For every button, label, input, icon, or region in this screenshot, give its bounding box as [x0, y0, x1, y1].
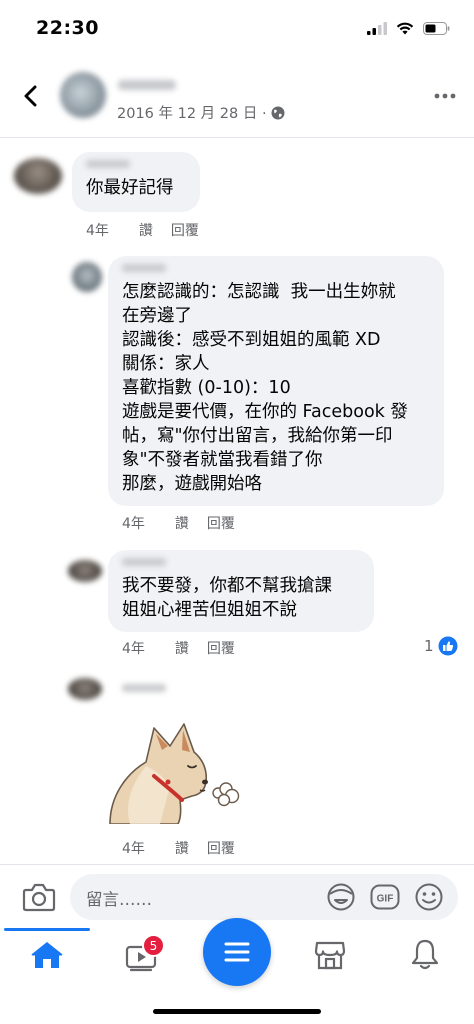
globe-icon: [271, 106, 285, 119]
like-reaction-icon: [438, 636, 458, 656]
video-notification-badge: 5: [142, 934, 165, 957]
comment-text: 我不要發，你都不幫我搶課 姐姐心裡苦但姐姐不說: [122, 576, 332, 620]
bottom-tab-bar: 5: [0, 918, 474, 994]
home-indicator: [153, 1009, 321, 1014]
like-button[interactable]: 讚: [175, 638, 189, 658]
post-date: 2016 年 12 月 28 日 ·: [117, 102, 285, 123]
shiba-dog-sticker-image: [109, 723, 240, 825]
comment-time: 4年: [122, 841, 145, 857]
tab-home-indicator-line: [4, 928, 90, 931]
tab-video[interactable]: 5: [124, 934, 165, 974]
status-icons: [367, 20, 450, 36]
reply-button[interactable]: 回覆: [171, 220, 199, 240]
marketplace-icon: [314, 941, 346, 970]
like-button[interactable]: 讚: [175, 838, 189, 858]
comment-avatar[interactable]: [14, 158, 62, 194]
reply-button[interactable]: 回覆: [207, 638, 235, 658]
menu-icon: [224, 942, 250, 962]
more-horizontal-icon: [434, 93, 456, 99]
comment-time: 4年: [122, 516, 145, 532]
camera-button[interactable]: [22, 882, 56, 914]
comment-time: 4年: [122, 641, 145, 657]
reaction-count: 1: [424, 637, 434, 655]
status-time: 22:30: [36, 17, 99, 39]
comment-author[interactable]: [86, 160, 130, 168]
comment-actions: 4年 讚 回覆: [122, 513, 235, 533]
post-date-text: 2016 年 12 月 28 日 ·: [117, 106, 267, 122]
comment-input[interactable]: 留言…… GIF: [70, 874, 458, 920]
post-header: 2016 年 12 月 28 日 ·: [0, 58, 474, 138]
home-icon: [31, 942, 63, 968]
comment-time: 4年: [86, 223, 109, 239]
chevron-left-icon: [24, 85, 37, 107]
like-button[interactable]: 讚: [175, 513, 189, 533]
comment-author[interactable]: [122, 264, 166, 272]
tab-notifications[interactable]: [410, 938, 442, 972]
shiba-dog-sigh-sticker[interactable]: [108, 716, 248, 825]
tab-menu[interactable]: [203, 918, 271, 986]
comment-bubble: 我不要發，你都不幫我搶課 姐姐心裡苦但姐姐不說: [108, 550, 374, 632]
comment-actions: 4年 讚 回覆: [122, 638, 235, 658]
more-options-button[interactable]: [430, 88, 460, 104]
reply-button[interactable]: 回覆: [207, 838, 235, 858]
comment-author[interactable]: [122, 684, 166, 692]
comment-avatar[interactable]: [68, 560, 102, 582]
reaction-summary[interactable]: 1: [424, 636, 458, 656]
comment-avatar[interactable]: [72, 262, 102, 292]
like-button[interactable]: 讚: [139, 220, 153, 240]
comment-author[interactable]: [122, 558, 166, 566]
header-divider: [0, 137, 474, 138]
author-name[interactable]: [118, 80, 176, 90]
comment-avatar[interactable]: [68, 678, 102, 700]
tab-home[interactable]: [30, 940, 64, 972]
comment-bubble: 怎麼認識的：怎認識 我一出生妳就 在旁邊了 認識後：感受不到姐姐的風範 XD 關…: [108, 256, 444, 506]
back-button[interactable]: [14, 80, 46, 112]
gif-icon: GIF: [370, 884, 400, 910]
comment-actions: 4年 讚 回覆: [122, 838, 235, 858]
author-avatar[interactable]: [60, 72, 106, 118]
emoji-button[interactable]: [414, 882, 444, 912]
comment-bubble: 你最好記得: [72, 152, 200, 212]
battery-icon: [423, 21, 450, 35]
avatar-sticker-icon: [327, 883, 355, 911]
tab-marketplace[interactable]: [314, 940, 348, 972]
camera-icon: [22, 883, 56, 912]
comment-text: 你最好記得: [86, 178, 174, 198]
avatar-sticker-button[interactable]: [326, 882, 356, 912]
cellular-signal-icon: [367, 21, 387, 35]
bell-icon: [411, 939, 439, 970]
comment-input-placeholder: 留言……: [86, 890, 152, 909]
emoji-icon: [415, 883, 443, 911]
svg-text:GIF: GIF: [377, 894, 394, 905]
composer-divider: [0, 864, 474, 865]
gif-button[interactable]: GIF: [370, 882, 400, 912]
comment-actions: 4年 讚 回覆: [86, 220, 199, 240]
wifi-icon: [396, 22, 414, 34]
video-badge-count: 5: [149, 938, 158, 953]
reply-button[interactable]: 回覆: [207, 513, 235, 533]
comment-text: 怎麼認識的：怎認識 我一出生妳就 在旁邊了 認識後：感受不到姐姐的風範 XD 關…: [122, 282, 408, 494]
